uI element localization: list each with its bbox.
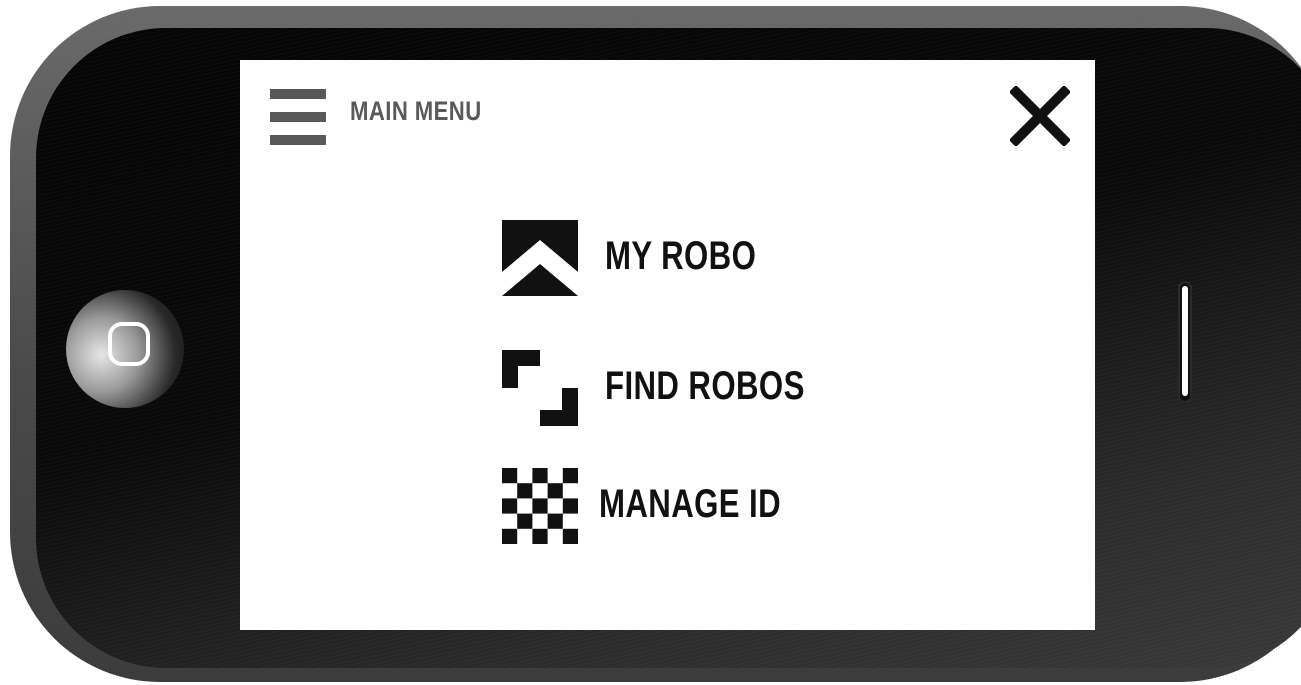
frame-corners-icon	[502, 350, 578, 426]
menu-item-label: FIND ROBOS	[605, 364, 805, 408]
home-square-icon	[108, 322, 150, 366]
menu-item-label: MY ROBO	[605, 234, 757, 278]
close-button[interactable]	[1008, 84, 1072, 148]
checkerboard-icon	[502, 468, 578, 544]
menu-item-label: MANAGE ID	[599, 482, 782, 526]
home-button[interactable]	[66, 290, 184, 408]
stage: MAIN MENU MY ROBO FIND ROBOS MANAGE ID	[0, 0, 1301, 685]
chevron-up-icon	[502, 220, 578, 296]
phone-screen: MAIN MENU MY ROBO FIND ROBOS MANAGE ID	[240, 60, 1095, 630]
speaker-slot	[1178, 281, 1192, 403]
hamburger-menu-icon[interactable]	[270, 89, 326, 145]
close-icon	[1008, 84, 1072, 148]
menu-title: MAIN MENU	[350, 96, 482, 126]
